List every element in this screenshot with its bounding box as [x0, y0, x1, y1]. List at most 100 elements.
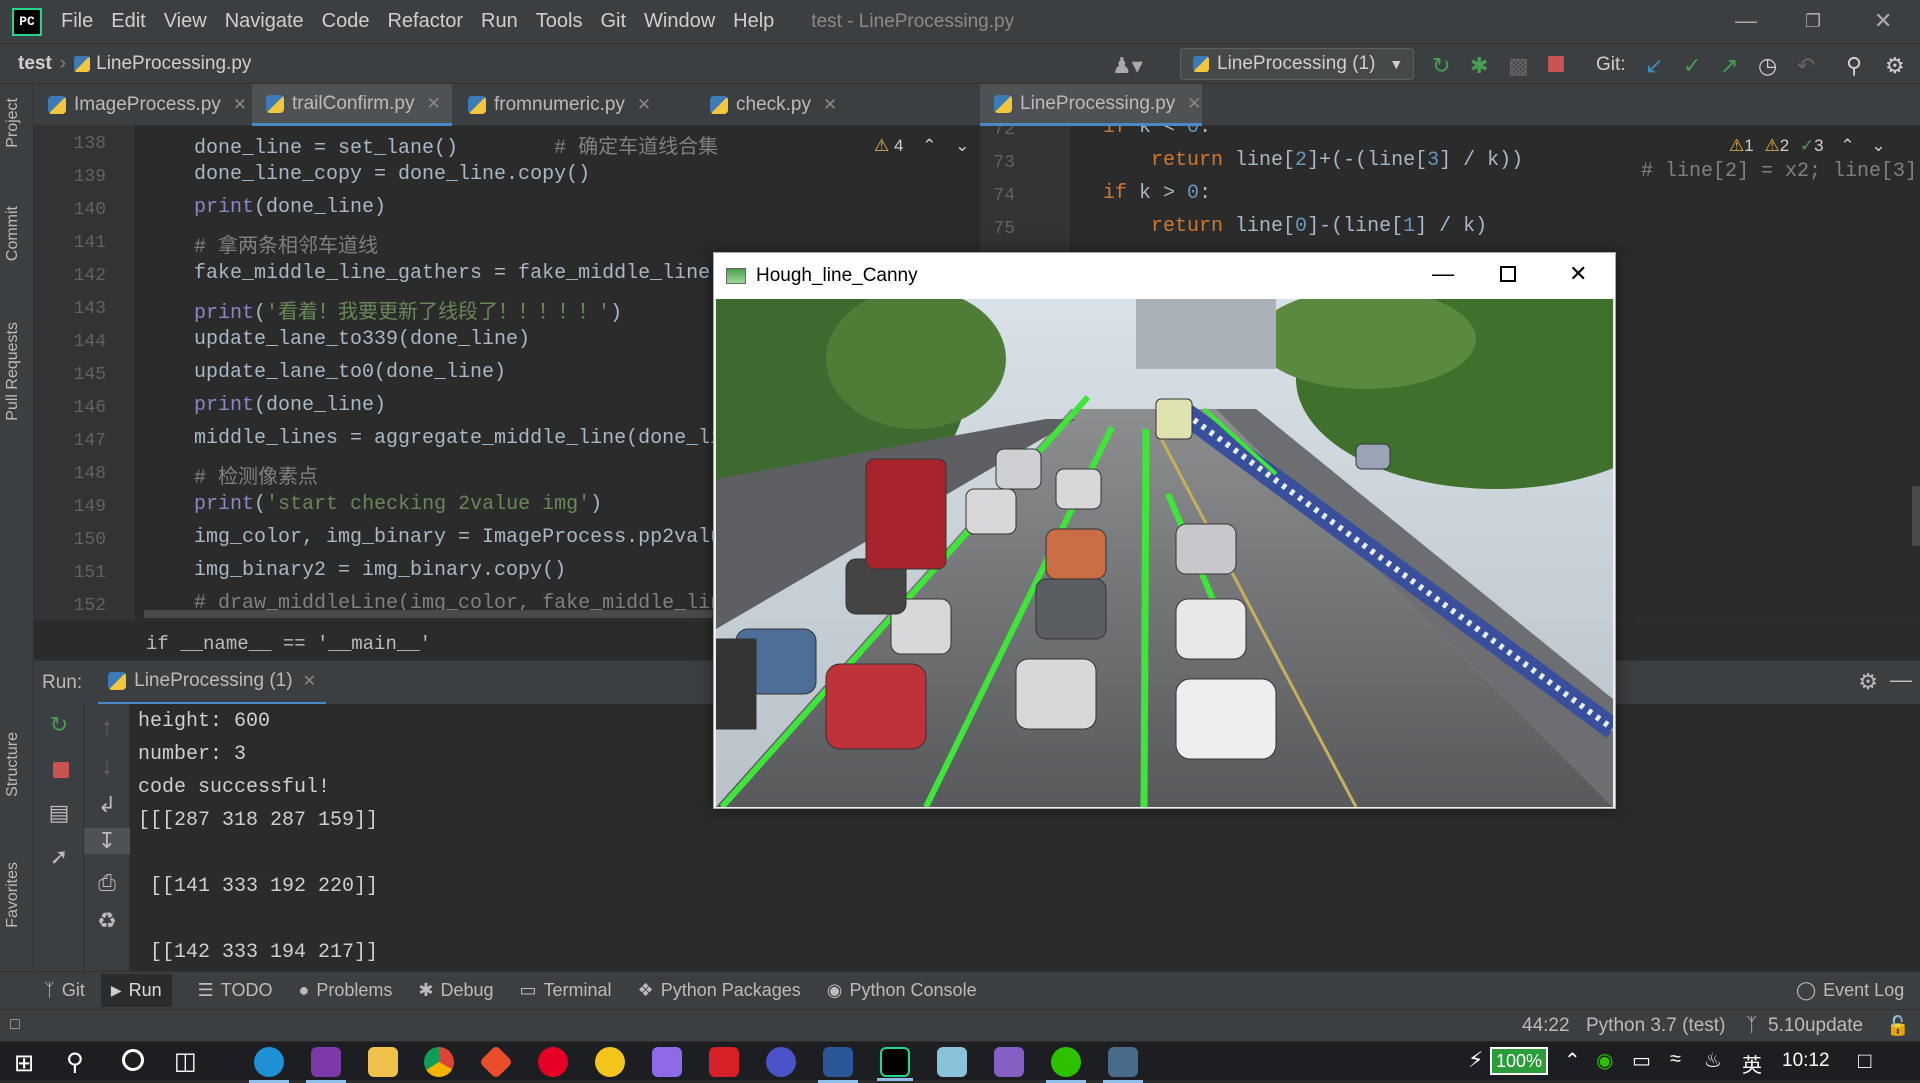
chevron-down-icon[interactable]: ⌄ — [1871, 136, 1885, 155]
tool-tab-problems[interactable]: ● Problems — [298, 980, 392, 1001]
print-icon[interactable]: ⎙ — [84, 870, 130, 896]
tool-tab-run[interactable]: ▶ Run — [100, 974, 172, 1007]
edge-icon[interactable] — [249, 1047, 289, 1083]
menu-file[interactable]: File — [61, 10, 93, 33]
history-icon[interactable]: ◷ — [1758, 53, 1777, 79]
volume-icon[interactable]: ♨ — [1704, 1048, 1722, 1073]
git-push-icon[interactable]: ↗ — [1720, 53, 1738, 79]
inspection-widget[interactable]: ⚠1 ⚠2 ✓3 ⌃ ⌄ — [1729, 136, 1886, 156]
close-tab-icon[interactable]: ✕ — [426, 94, 440, 114]
tool-tab-structure[interactable]: Structure — [4, 732, 22, 797]
menu-code[interactable]: Code — [322, 10, 370, 33]
close-tab-icon[interactable]: ✕ — [303, 671, 316, 691]
music-icon[interactable] — [538, 1047, 568, 1077]
restore-icon[interactable]: ❐ — [1805, 11, 1821, 32]
tool-tab-project[interactable]: Project — [4, 98, 22, 148]
rollback-icon[interactable]: ↶ — [1797, 53, 1815, 79]
minimize-icon[interactable]: — — [1432, 261, 1454, 287]
menu-refactor[interactable]: Refactor — [387, 10, 463, 33]
close-icon[interactable]: ✕ — [1874, 8, 1892, 34]
run-tab[interactable]: LineProcessing (1) ✕ — [98, 661, 326, 705]
soft-wrap-icon[interactable]: ↲ — [84, 792, 130, 818]
notifications-icon[interactable]: □ — [1858, 1048, 1871, 1074]
windows-start-icon[interactable]: ⊞ — [14, 1049, 34, 1078]
vertical-scrollbar[interactable] — [1912, 486, 1920, 546]
menu-edit[interactable]: Edit — [111, 10, 145, 33]
user-icon[interactable]: ♟▾ — [1112, 53, 1143, 79]
tool-tab-git[interactable]: ᛉ Git — [44, 980, 85, 1001]
wechat-icon[interactable] — [1046, 1047, 1086, 1083]
git-client-icon[interactable] — [479, 1045, 513, 1079]
layout-icon[interactable]: ▤ — [34, 800, 84, 826]
python-window-icon[interactable] — [1103, 1047, 1143, 1083]
breadcrumb-project[interactable]: test — [18, 53, 52, 75]
tool-tab-commit[interactable]: Commit — [4, 206, 22, 261]
file-explorer-icon[interactable] — [368, 1047, 398, 1077]
clock[interactable]: 10:12 — [1782, 1050, 1830, 1072]
photo-app-icon[interactable] — [652, 1047, 682, 1077]
notepad-icon[interactable] — [937, 1047, 967, 1077]
wechat-tray-icon[interactable]: ◉ — [1596, 1048, 1613, 1073]
tab-imageprocess[interactable]: ImageProcess.py ✕ — [34, 84, 250, 126]
tool-tab-pull-requests[interactable]: Pull Requests — [4, 322, 22, 421]
chevron-up-icon[interactable]: ⌃ — [1564, 1048, 1581, 1073]
panel-toggle-icon[interactable]: □ — [10, 1016, 20, 1034]
app-icon[interactable] — [766, 1047, 796, 1077]
settings-gear-icon[interactable]: ⚙ — [1858, 669, 1878, 695]
chevron-up-icon[interactable]: ⌃ — [1840, 136, 1854, 155]
ime-indicator[interactable]: 英 — [1742, 1049, 1762, 1078]
pycharm-icon[interactable] — [877, 1047, 913, 1081]
menu-git[interactable]: Git — [600, 10, 626, 33]
menu-view[interactable]: View — [164, 10, 207, 33]
close-icon[interactable]: ✕ — [1569, 261, 1587, 287]
scroll-to-end-icon[interactable]: ↧ — [84, 828, 130, 854]
popup-title-bar[interactable]: Hough_line_Canny — ✕ — [714, 253, 1615, 299]
rerun-icon[interactable]: ↻ — [34, 712, 84, 738]
onenote-icon[interactable] — [306, 1047, 346, 1083]
git-branch[interactable]: 5.10update — [1768, 1015, 1863, 1037]
minimize-icon[interactable]: — — [1735, 8, 1757, 34]
tool-tab-python-packages[interactable]: ❖ Python Packages — [638, 980, 801, 1001]
plug-icon[interactable]: ⚡ — [1468, 1047, 1483, 1073]
menu-tools[interactable]: Tools — [536, 10, 583, 33]
app-icon[interactable] — [595, 1047, 625, 1077]
chrome-icon[interactable] — [424, 1047, 454, 1077]
coverage-icon[interactable]: ▩ — [1508, 53, 1529, 79]
word-icon[interactable] — [818, 1047, 858, 1083]
youdao-icon[interactable] — [709, 1047, 739, 1077]
git-update-icon[interactable]: ↙ — [1645, 53, 1663, 79]
rerun-icon[interactable]: ↻ — [1432, 53, 1450, 79]
task-view-icon[interactable]: ◫ — [174, 1047, 197, 1076]
close-tab-icon[interactable]: ✕ — [1187, 94, 1201, 114]
search-icon[interactable]: ⚲ — [66, 1048, 84, 1077]
caret-position[interactable]: 44:22 — [1522, 1015, 1570, 1037]
search-icon[interactable]: ⚲ — [1846, 53, 1862, 79]
maximize-icon[interactable] — [1500, 266, 1516, 282]
tool-tab-todo[interactable]: ☰ TODO — [198, 980, 273, 1001]
tab-lineprocessing[interactable]: LineProcessing.py ✕ — [980, 84, 1202, 126]
event-log-button[interactable]: ◯ Event Log — [1796, 980, 1904, 1001]
tool-tab-favorites[interactable]: Favorites — [4, 862, 22, 928]
settings-gear-icon[interactable]: ⚙ — [1885, 53, 1905, 79]
tab-trailconfirm[interactable]: trailConfirm.py ✕ — [252, 84, 452, 126]
lock-icon[interactable]: 🔓 — [1886, 1014, 1910, 1038]
trash-icon[interactable]: ♻ — [84, 908, 130, 934]
menu-navigate[interactable]: Navigate — [225, 10, 304, 33]
arrow-down-icon[interactable]: ↓ — [84, 754, 130, 780]
debug-icon[interactable]: ✱ — [1470, 53, 1488, 79]
breadcrumb-file[interactable]: LineProcessing.py — [96, 53, 251, 75]
pin-icon[interactable]: ➚ — [34, 844, 84, 870]
stop-icon[interactable] — [36, 758, 86, 784]
tab-check[interactable]: check.py ✕ — [696, 84, 856, 126]
chevron-down-icon[interactable]: ⌄ — [955, 136, 969, 155]
python-interpreter[interactable]: Python 3.7 (test) — [1586, 1015, 1725, 1037]
menu-window[interactable]: Window — [644, 10, 715, 33]
menu-help[interactable]: Help — [733, 10, 774, 33]
run-configuration-select[interactable]: LineProcessing (1) ▼ — [1180, 48, 1414, 80]
battery-icon[interactable]: ▭ — [1632, 1048, 1651, 1073]
close-tab-icon[interactable]: ✕ — [233, 95, 247, 115]
tab-fromnumeric[interactable]: fromnumeric.py ✕ — [454, 84, 694, 126]
wifi-icon[interactable]: ≈ — [1670, 1048, 1681, 1071]
inspection-widget[interactable]: ⚠ 4 ⌃ ⌄ — [874, 136, 969, 156]
tool-tab-terminal[interactable]: ▭ Terminal — [520, 980, 612, 1001]
